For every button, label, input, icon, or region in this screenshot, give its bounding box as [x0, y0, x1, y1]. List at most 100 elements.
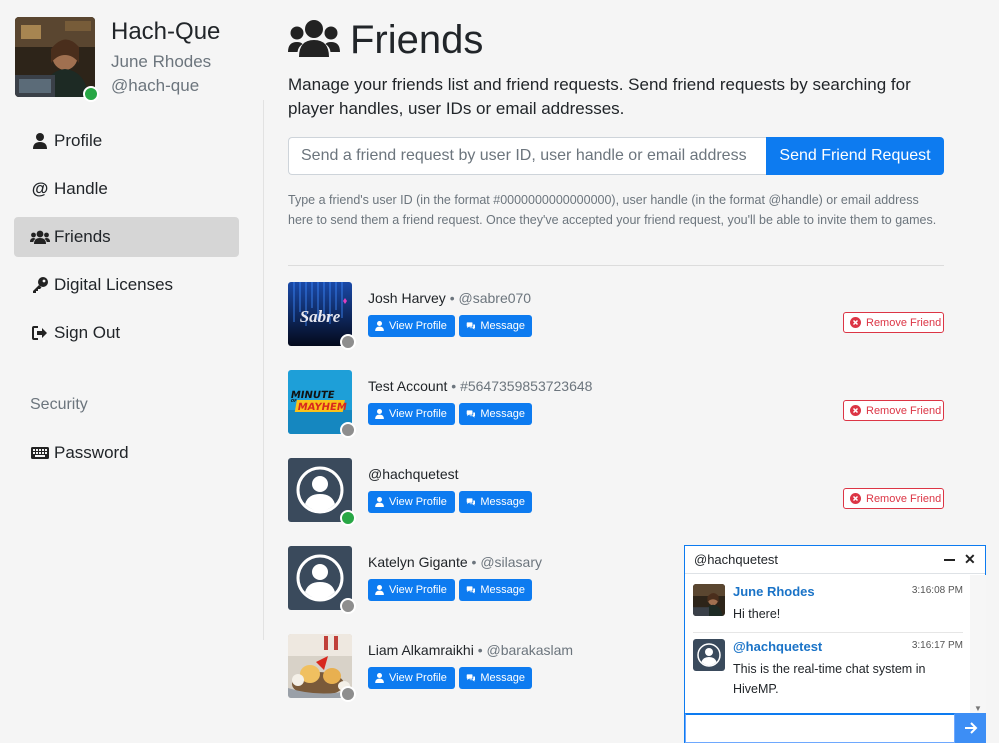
- user-icon: [375, 673, 384, 683]
- status-offline-indicator: [340, 334, 356, 350]
- minimize-icon[interactable]: [944, 559, 955, 561]
- minute-of-mayhem-logo-line2: MAYHEM: [297, 402, 348, 413]
- friend-handle: @barakaslam: [486, 642, 574, 658]
- times-circle-icon: [850, 317, 861, 328]
- friend-name: @hachquetest: [368, 466, 459, 482]
- friend-display-name: Katelyn Gigante: [368, 554, 468, 570]
- profile-avatar[interactable]: [15, 17, 95, 97]
- message-text: This is the real-time chat system in Hiv…: [733, 662, 926, 696]
- view-profile-label: View Profile: [389, 496, 447, 508]
- message-button[interactable]: Message: [459, 403, 532, 425]
- page-title: Friends: [350, 18, 484, 62]
- message-label: Message: [480, 496, 525, 508]
- view-profile-button[interactable]: View Profile: [368, 491, 455, 513]
- chat-window: @hachquetest ✕ June Rhodes 3:16:08 PM Hi…: [684, 545, 986, 743]
- scroll-down-icon[interactable]: ▼: [974, 704, 982, 713]
- chat-title: @hachquetest: [694, 552, 779, 567]
- message-label: Message: [480, 584, 525, 596]
- send-friend-request-button[interactable]: Send Friend Request: [766, 137, 944, 175]
- page-header: Friends: [288, 18, 483, 63]
- friend-request-help-text: Type a friend's user ID (in the format #…: [288, 193, 937, 227]
- view-profile-label: View Profile: [389, 584, 447, 596]
- view-profile-label: View Profile: [389, 320, 447, 332]
- view-profile-label: View Profile: [389, 672, 447, 684]
- friend-name: Josh Harvey • @sabre070: [368, 290, 531, 306]
- message-author: June Rhodes: [733, 584, 815, 599]
- nav-item-label: Password: [54, 443, 129, 462]
- sabre-logo-text: Sabre: [300, 307, 341, 326]
- friend-request-input[interactable]: [288, 137, 767, 175]
- close-icon[interactable]: ✕: [964, 551, 976, 568]
- view-profile-button[interactable]: View Profile: [368, 403, 455, 425]
- nav-item-handle[interactable]: @ Handle: [14, 169, 239, 209]
- nav-item-sign-out[interactable]: Sign Out: [14, 313, 239, 353]
- remove-friend-button[interactable]: Remove Friend: [843, 400, 944, 421]
- profile-display-name: Hach-Que: [111, 18, 221, 45]
- comments-icon: [466, 498, 476, 506]
- times-circle-icon: [850, 405, 861, 416]
- friend-display-name: Josh Harvey: [368, 290, 446, 306]
- nav-item-label: Profile: [54, 131, 103, 150]
- remove-friend-label: Remove Friend: [866, 316, 942, 329]
- message-button[interactable]: Message: [459, 315, 532, 337]
- nav-item-profile[interactable]: Profile: [14, 121, 239, 161]
- status-offline-indicator: [340, 422, 356, 438]
- comments-icon: [466, 586, 476, 594]
- profile-real-name: June Rhodes: [111, 52, 212, 71]
- message-label: Message: [480, 672, 525, 684]
- chat-message: @hachquetest 3:16:17 PM This is the real…: [693, 639, 963, 699]
- chat-message-input[interactable]: [685, 713, 955, 743]
- nav-item-label: Sign Out: [54, 323, 121, 342]
- friend-row: MINUTE OF MAYHEM Test Account • #5647359…: [288, 370, 944, 438]
- nav-item-label: Handle: [54, 179, 108, 198]
- sidebar-divider: [263, 100, 264, 640]
- message-avatar: [693, 584, 725, 616]
- view-profile-button[interactable]: View Profile: [368, 579, 455, 601]
- message-avatar: [693, 639, 725, 671]
- users-icon: [30, 227, 50, 247]
- message-button[interactable]: Message: [459, 667, 532, 689]
- nav-item-password[interactable]: Password: [14, 433, 239, 473]
- arrow-right-icon: [964, 722, 977, 734]
- message-divider: [693, 632, 963, 633]
- friend-name: Katelyn Gigante • @silasary: [368, 554, 542, 570]
- nav-item-friends[interactable]: Friends: [14, 217, 239, 257]
- friend-separator: •: [467, 554, 481, 570]
- keyboard-icon: [30, 443, 50, 463]
- message-label: Message: [480, 408, 525, 420]
- nav-item-label: Friends: [54, 227, 111, 246]
- security-heading: Security: [30, 396, 88, 413]
- message-button[interactable]: Message: [459, 579, 532, 601]
- message-author: @hachquetest: [733, 639, 823, 654]
- message-time: 3:16:08 PM: [911, 585, 963, 596]
- remove-friend-button[interactable]: Remove Friend: [843, 488, 944, 509]
- message-button[interactable]: Message: [459, 491, 532, 513]
- friend-user-id: #5647359853723648: [460, 378, 593, 394]
- comments-icon: [466, 674, 476, 682]
- sidebar: Hach-Que June Rhodes @hach-que Profile @…: [0, 0, 263, 743]
- chat-send-button[interactable]: [955, 713, 986, 743]
- remove-friend-button[interactable]: Remove Friend: [843, 312, 944, 333]
- friend-handle: @sabre070: [458, 290, 532, 306]
- users-icon: [288, 19, 340, 62]
- nav-item-digital-licenses[interactable]: Digital Licenses: [14, 265, 239, 305]
- view-profile-label: View Profile: [389, 408, 447, 420]
- chat-header: @hachquetest ✕: [685, 546, 985, 574]
- message-text: Hi there!: [733, 607, 781, 621]
- key-icon: [30, 275, 50, 295]
- view-profile-button[interactable]: View Profile: [368, 315, 455, 337]
- status-offline-indicator: [340, 598, 356, 614]
- friend-separator: •: [447, 378, 461, 394]
- user-icon: [375, 409, 384, 419]
- comments-icon: [466, 322, 476, 330]
- chat-scrollbar[interactable]: ▼: [970, 575, 986, 715]
- view-profile-button[interactable]: View Profile: [368, 667, 455, 689]
- friend-display-name: Test Account: [368, 378, 448, 394]
- friend-name: Liam Alkamraikhi • @barakaslam: [368, 642, 573, 658]
- comments-icon: [466, 410, 476, 418]
- friend-row: @hachquetest View Profile Message Remove…: [288, 458, 944, 526]
- remove-friend-label: Remove Friend: [866, 492, 942, 505]
- friend-handle: @silasary: [480, 554, 542, 570]
- profile-online-indicator: [83, 86, 99, 102]
- status-offline-indicator: [340, 686, 356, 702]
